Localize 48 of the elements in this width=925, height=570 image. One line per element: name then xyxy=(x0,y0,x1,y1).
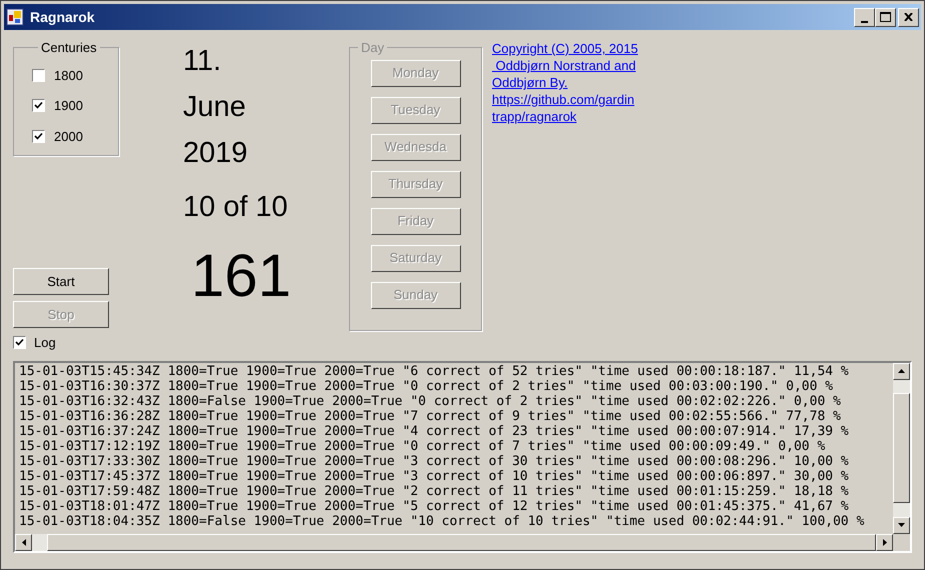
maximize-button[interactable] xyxy=(875,8,896,26)
log-list[interactable] xyxy=(13,360,912,552)
checkbox-label: 1900 xyxy=(54,97,83,115)
scroll-left-button[interactable] xyxy=(15,534,32,550)
checkmark-icon xyxy=(34,132,43,141)
scroll-up-button[interactable] xyxy=(893,362,910,380)
close-icon xyxy=(904,13,913,21)
log-line: 15-01-03T17:12:19Z 1800=True 1900=True 2000=True "0 correct of 7 tries" "time used 00:00:09:49." 0,00 % xyxy=(19,438,826,454)
right-arrow-icon xyxy=(882,538,886,546)
checkbox-label: 1800 xyxy=(54,66,83,84)
log-line: 15-01-03T16:32:43Z 1800=False 1900=True 2000=True "0 correct of 2 tries" "time used 00:02:02:226." 0,00 % xyxy=(19,394,842,408)
log-line: 15-01-03T17:45:37Z 1800=True 1900=True 2000=True "3 correct of 10 tries" "time used 00:00:06:897." 30,00 % xyxy=(19,468,850,484)
checkbox-label: 2000 xyxy=(54,128,83,146)
group-title: Day xyxy=(360,39,386,57)
vertical-scrollbar[interactable] xyxy=(893,362,910,534)
checkmark-icon xyxy=(34,101,43,110)
scroll-down-button[interactable] xyxy=(893,516,910,534)
log-line: 15-01-03T18:04:35Z 1800=False 1900=True 2000=True "10 correct of 10 tries" "time used 00:02:44:91." 100,00 % xyxy=(19,514,866,528)
day-number: 11. xyxy=(183,44,222,79)
down-arrow-icon xyxy=(898,523,905,527)
log-line: 15-01-03T17:33:30Z 1800=True 1900=True 2000=True "3 correct of 30 tries" "time used 00:00:08:296." 10,00 % xyxy=(19,454,850,468)
log-line: 15-01-03T18:01:47Z 1800=True 1900=True 2000=True "5 correct of 12 tries" "time used 00:01:45:375." 41,67 % xyxy=(19,498,850,514)
scroll-thumb[interactable] xyxy=(893,393,910,503)
year-number: 2019 xyxy=(183,136,249,171)
checkmark-icon xyxy=(15,338,24,348)
close-button[interactable] xyxy=(898,8,919,26)
checkbox[interactable] xyxy=(32,130,45,143)
log-line: 15-01-03T17:59:48Z 1800=True 1900=True 2000=True "2 correct of 11 tries" "time used 00:01:15:259." 18,18 % xyxy=(19,484,850,498)
log-line: 15-01-03T15:45:34Z 1800=True 1900=True 2000=True "6 correct of 52 tries" "time used 00:00:18:187." 11,54 % xyxy=(19,364,850,378)
up-arrow-icon xyxy=(898,369,905,373)
copyright-link[interactable]: Copyright (C) 2005, 2015 Oddbjørn Norstrand and Oddbjørn By. https://github.com/gardin trapp/ragnarok xyxy=(492,40,638,331)
checkbox[interactable] xyxy=(32,68,45,82)
log-line: 15-01-03T16:30:37Z 1800=True 1900=True 2000=True "0 correct of 2 tries" "time used 00:03:00:190." 0,00 % xyxy=(19,378,834,394)
month-name: June xyxy=(183,90,247,125)
log-line: 15-01-03T16:37:24Z 1800=True 1900=True 2000=True "4 correct of 23 tries" "time used 00:00:07:914." 17,39 % xyxy=(19,424,850,438)
checkbox-label: Log xyxy=(34,334,56,352)
counter-number: 161 xyxy=(190,246,292,306)
scroll-right-button[interactable] xyxy=(876,534,893,550)
checkbox[interactable] xyxy=(32,99,45,112)
push-button[interactable]: Start xyxy=(13,268,109,295)
score-text: 10 of 10 xyxy=(183,190,289,225)
app-icon xyxy=(6,8,24,26)
log-line: 15-01-03T16:36:28Z 1800=True 1900=True 2000=True "7 correct of 9 tries" "time used 00:02:55:566." 77,78 % xyxy=(19,408,842,424)
left-arrow-icon xyxy=(22,538,26,546)
minimize-button[interactable] xyxy=(854,8,875,26)
window-title: Ragnarok xyxy=(30,8,95,27)
group-title: Centuries xyxy=(40,39,98,57)
log-checkbox[interactable] xyxy=(13,336,26,350)
